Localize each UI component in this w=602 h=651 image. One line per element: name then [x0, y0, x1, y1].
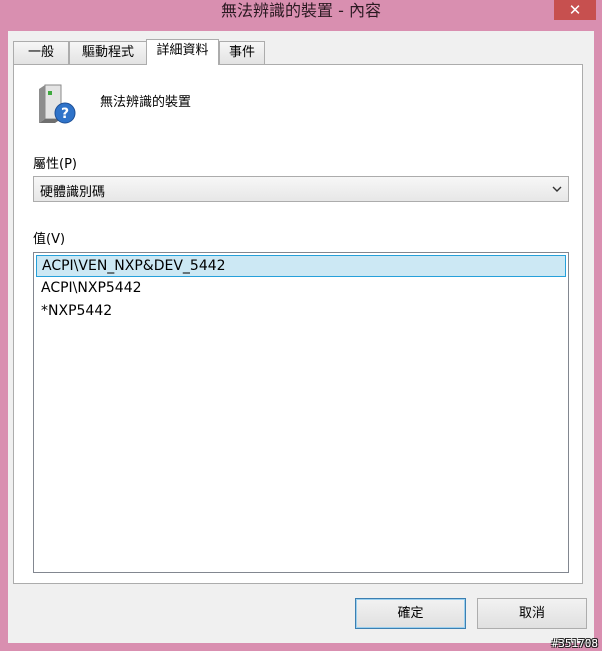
- list-item[interactable]: ACPI\NXP5442: [36, 277, 566, 299]
- device-name: 無法辨識的裝置: [100, 95, 192, 110]
- cancel-button[interactable]: 取消: [477, 598, 587, 629]
- details-panel: ? 無法辨識的裝置 屬性(P) 硬體識別碼 值(V) ACPI\VEN_NXP&…: [13, 64, 583, 584]
- tab-events[interactable]: 事件: [219, 41, 265, 64]
- list-item[interactable]: ACPI\VEN_NXP&DEV_5442: [36, 255, 566, 277]
- close-icon: ✕: [568, 1, 582, 19]
- tab-details[interactable]: 詳細資料: [146, 39, 219, 65]
- tab-driver[interactable]: 驅動程式: [69, 41, 147, 64]
- tab-general[interactable]: 一般: [13, 41, 69, 64]
- property-label: 屬性(P): [33, 157, 77, 172]
- watermark: #351708: [551, 637, 598, 650]
- ok-button[interactable]: 確定: [355, 598, 466, 629]
- window-title: 無法辨識的裝置 - 內容: [221, 1, 381, 20]
- title-bar[interactable]: 無法辨識的裝置 - 內容 ✕: [0, 0, 602, 24]
- property-selected: 硬體識別碼: [40, 185, 106, 200]
- dialog-client: 一般 驅動程式 詳細資料 事件 ? 無法辨識的裝置 屬性(P) 硬體識別碼 值(…: [8, 31, 594, 643]
- close-button[interactable]: ✕: [554, 0, 596, 20]
- property-dropdown[interactable]: 硬體識別碼: [33, 176, 569, 202]
- svg-text:?: ?: [61, 106, 69, 122]
- list-item[interactable]: *NXP5442: [36, 300, 566, 322]
- value-list[interactable]: ACPI\VEN_NXP&DEV_5442 ACPI\NXP5442 *NXP5…: [33, 252, 569, 573]
- chevron-down-icon: [552, 186, 562, 192]
- value-label: 值(V): [33, 232, 66, 247]
- unknown-device-icon: ?: [39, 84, 76, 124]
